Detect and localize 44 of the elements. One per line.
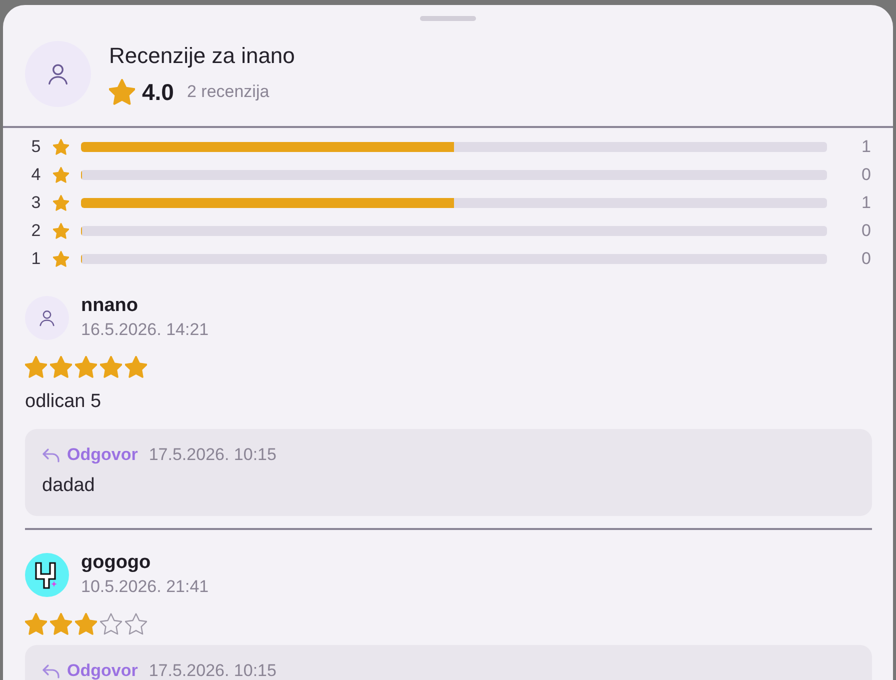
star-icon — [53, 251, 69, 267]
star-icon — [50, 356, 72, 378]
star-icon — [50, 613, 72, 635]
rating-count: 0 — [860, 165, 871, 185]
rating-label: 3 — [30, 193, 42, 213]
review-date: 10.5.2026. 21:41 — [81, 576, 209, 598]
rating-label: 1 — [30, 249, 42, 269]
author-name: gogogo — [81, 552, 152, 574]
star-icon — [53, 167, 69, 183]
star-icon — [53, 223, 69, 239]
star-icon — [109, 78, 135, 104]
star-icon — [53, 139, 69, 155]
rating-label: 2 — [30, 221, 42, 241]
reply-text: dadad — [42, 475, 96, 497]
user-icon — [25, 296, 69, 340]
star-icon — [53, 195, 69, 211]
star-icon — [25, 356, 47, 378]
reply-label: Odgovor — [67, 660, 138, 680]
rating-label: 4 — [30, 165, 42, 185]
empty-star-icon — [125, 613, 147, 635]
reply-date: 17.5.2026. 10:15 — [148, 660, 276, 680]
reply-date: 17.5.2026. 10:15 — [148, 444, 276, 466]
star-icon — [75, 356, 97, 378]
pixel-avatar-icon — [25, 553, 69, 597]
rating-count: 0 — [860, 249, 871, 269]
author-name: nnano — [81, 295, 139, 317]
star-icon — [100, 356, 122, 378]
star-icon — [125, 356, 147, 378]
average-rating: 4.0 — [142, 78, 174, 106]
drag-handle[interactable] — [420, 16, 476, 21]
star-icon — [75, 613, 97, 635]
review-date: 16.5.2026. 14:21 — [81, 319, 209, 341]
reply-icon — [42, 664, 60, 678]
reply-label: Odgovor — [67, 444, 138, 466]
empty-star-icon — [100, 613, 122, 635]
review-text: odlican 5 — [25, 391, 102, 413]
rating-count: 0 — [860, 221, 871, 241]
review-count: 2 recenzija — [186, 82, 270, 102]
reply-icon — [42, 448, 60, 462]
sheet-title: Recenzije za inano — [109, 42, 295, 68]
rating-label: 5 — [30, 137, 42, 157]
rating-count: 1 — [860, 193, 871, 213]
rating-count: 1 — [860, 137, 871, 157]
star-icon — [25, 613, 47, 635]
